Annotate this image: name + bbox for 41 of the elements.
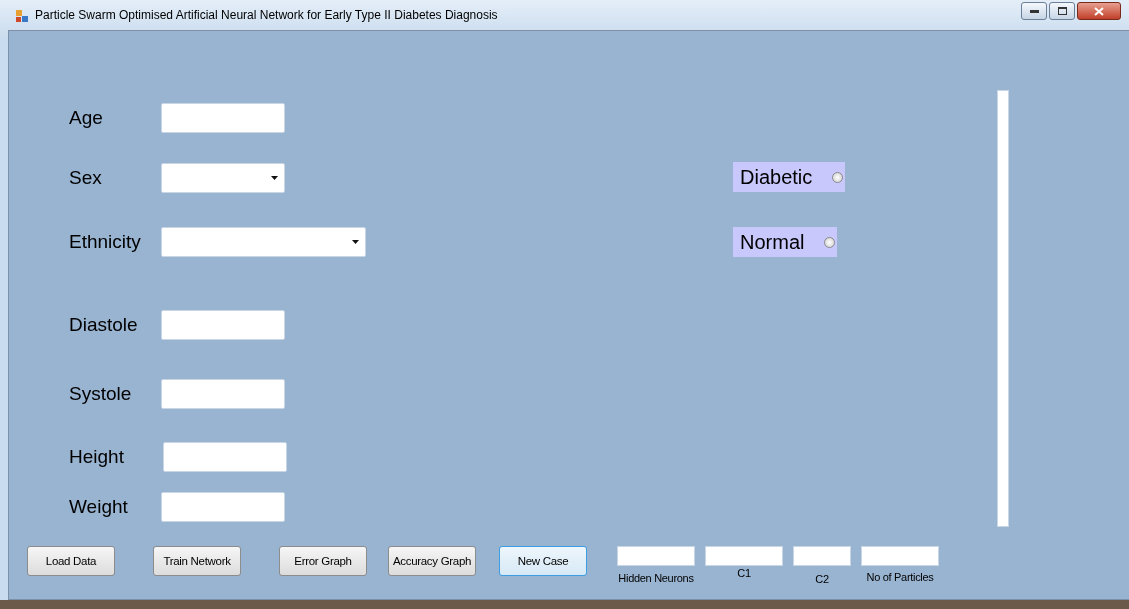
action-button[interactable]: Train Network: [153, 546, 241, 576]
input-field[interactable]: [161, 379, 285, 409]
minimize-button[interactable]: [1021, 2, 1047, 20]
maximize-button[interactable]: [1049, 2, 1075, 20]
field-label: Weight: [69, 496, 129, 518]
input-field[interactable]: [161, 103, 285, 133]
radio-button[interactable]: [832, 171, 844, 183]
field-label: Sex: [69, 167, 103, 189]
input-field[interactable]: [861, 546, 939, 566]
dropdown-field[interactable]: [161, 163, 285, 193]
field-label: Systole: [69, 383, 133, 405]
action-button[interactable]: Load Data: [27, 546, 115, 576]
close-button[interactable]: [1077, 2, 1121, 20]
field-label: C2: [815, 573, 829, 585]
dropdown-field[interactable]: [161, 227, 366, 257]
action-button[interactable]: Error Graph: [279, 546, 367, 576]
app-icon: [15, 9, 29, 23]
caret-icon: [352, 240, 359, 244]
input-field[interactable]: [161, 492, 285, 522]
input-field[interactable]: [617, 546, 695, 566]
caret-icon: [271, 176, 278, 180]
field-label: Diastole: [69, 314, 139, 336]
field-label: Height: [69, 446, 125, 468]
action-button[interactable]: Accuracy Graph: [388, 546, 476, 576]
input-field[interactable]: [163, 442, 287, 472]
action-button[interactable]: New Case: [499, 546, 587, 576]
close-icon: [1094, 6, 1104, 16]
radio-option[interactable]: Diabetic: [733, 162, 846, 192]
field-label: Age: [69, 107, 104, 129]
maximize-icon: [1057, 7, 1067, 15]
input-field[interactable]: [161, 310, 285, 340]
field-label: C1: [737, 567, 751, 579]
input-field[interactable]: [793, 546, 851, 566]
field-label: Hidden Neurons: [618, 572, 694, 584]
input-field[interactable]: [705, 546, 783, 566]
minimize-icon: [1029, 9, 1039, 13]
field-label: Ethnicity: [69, 231, 142, 253]
field-label: No of Particles: [866, 571, 934, 583]
radio-option[interactable]: Normal: [733, 227, 838, 257]
window-title: Particle Swarm Optimised Artificial Neural Network for Early Type II Diabetes Diagnosis: [35, 8, 498, 22]
radio-button[interactable]: [824, 236, 836, 248]
